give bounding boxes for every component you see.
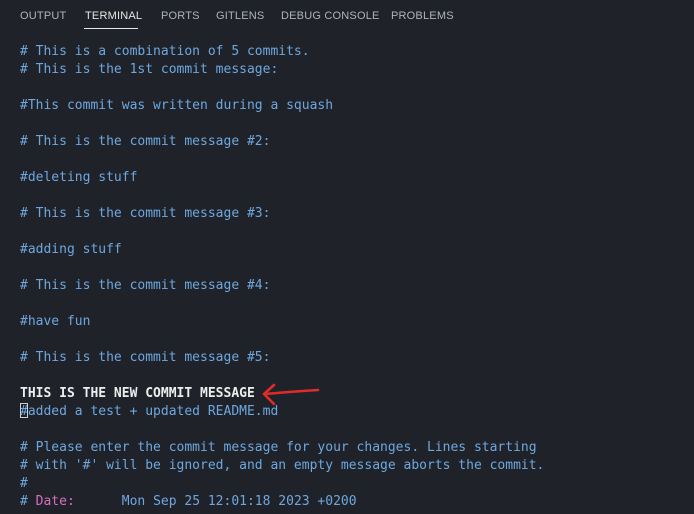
date-prefix: # bbox=[20, 494, 36, 509]
terminal-line: # This is the commit message #2: bbox=[20, 134, 271, 149]
terminal-line: # This is the commit message #5: bbox=[20, 350, 271, 365]
terminal-line: #deleting stuff bbox=[20, 170, 138, 185]
terminal-line: #adding stuff bbox=[20, 242, 122, 257]
date-value: Mon Sep 25 12:01:18 2023 +0200 bbox=[74, 494, 357, 509]
terminal-line: #This commit was written during a squash bbox=[20, 98, 334, 113]
terminal-line-with-cursor: #added a test + updated README.md bbox=[20, 403, 278, 421]
tab-terminal[interactable]: TERMINAL bbox=[85, 10, 142, 23]
tab-problems[interactable]: PROBLEMS bbox=[391, 10, 454, 23]
terminal-line: # bbox=[20, 476, 28, 491]
terminal-line: #have fun bbox=[20, 314, 91, 329]
new-commit-message-line: THIS IS THE NEW COMMIT MESSAGE bbox=[20, 386, 255, 401]
date-key: Date: bbox=[35, 494, 75, 509]
date-line: # Date: Mon Sep 25 12:01:18 2023 +0200 bbox=[20, 493, 357, 511]
tab-ports[interactable]: PORTS bbox=[161, 10, 200, 23]
terminal-panel[interactable]: # This is a combination of 5 commits. # … bbox=[0, 34, 694, 514]
red-arrow-icon bbox=[262, 383, 320, 406]
tab-debug-console[interactable]: DEBUG CONSOLE bbox=[281, 10, 380, 23]
panel-tab-bar: OUTPUT TERMINAL PORTS GITLENS DEBUG CONS… bbox=[0, 0, 694, 34]
terminal-line: # Please enter the commit message for yo… bbox=[20, 440, 537, 455]
terminal-line: # This is the commit message #3: bbox=[20, 206, 271, 221]
tab-gitlens[interactable]: GITLENS bbox=[216, 10, 264, 23]
terminal-line: # This is the 1st commit message: bbox=[20, 62, 279, 77]
terminal-line: # This is a combination of 5 commits. bbox=[20, 44, 310, 59]
tab-output[interactable]: OUTPUT bbox=[20, 10, 66, 23]
cursor-line-text: #added a test + updated README.md bbox=[20, 404, 279, 419]
terminal-line: # This is the commit message #4: bbox=[20, 278, 271, 293]
text-cursor bbox=[20, 403, 28, 418]
terminal-line: # with '#' will be ignored, and an empty… bbox=[20, 458, 545, 473]
active-tab-indicator bbox=[84, 28, 138, 29]
